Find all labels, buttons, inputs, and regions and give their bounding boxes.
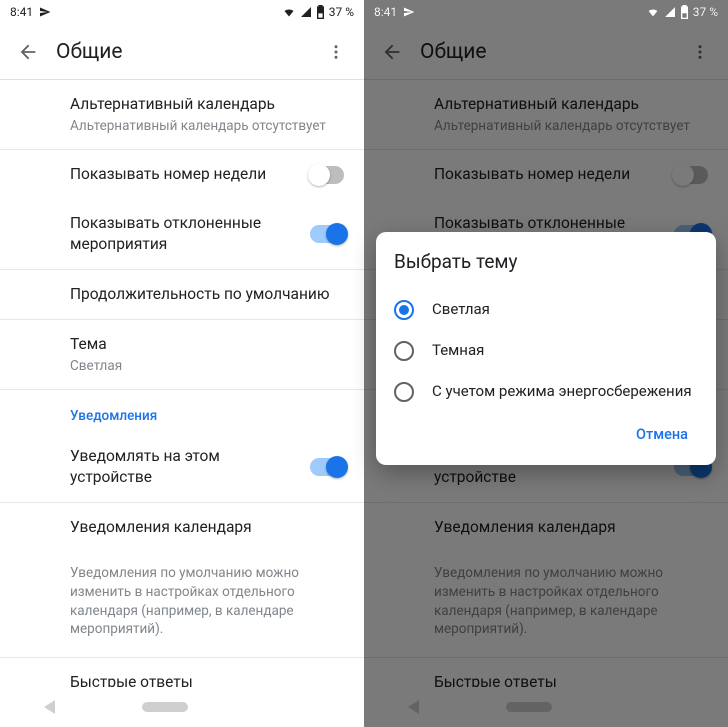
status-bar: 8:41 37 % (0, 0, 364, 24)
radio-icon (394, 382, 414, 402)
system-nav-bar (0, 687, 364, 727)
wifi-icon (646, 6, 660, 18)
setting-title: Альтернативный календарь (70, 94, 344, 115)
more-vert-icon (327, 43, 345, 61)
option-label: С учетом режима энергосбережения (432, 381, 692, 401)
setting-calendar-notifications[interactable]: Уведомления календаря (0, 503, 364, 552)
setting-title: Продолжительность по умолчанию (70, 284, 344, 305)
signal-icon (664, 6, 676, 18)
notify-device-toggle[interactable] (310, 458, 344, 476)
setting-alt-calendar[interactable]: Альтернативный календарь Альтернативный … (0, 80, 364, 149)
back-button[interactable] (8, 32, 48, 72)
app-bar: Общие (0, 24, 364, 80)
setting-week-number[interactable]: Показывать номер недели (0, 150, 364, 199)
option-label: Темная (432, 340, 484, 360)
radio-icon (394, 341, 414, 361)
overflow-menu-button[interactable] (316, 32, 356, 72)
setting-title: Уведомления календаря (70, 517, 344, 538)
setting-title: Быстрые ответы (70, 672, 344, 687)
wifi-icon (282, 6, 296, 18)
status-battery: 37 % (693, 5, 718, 19)
send-icon (39, 6, 51, 18)
page-title: Общие (56, 40, 316, 64)
battery-icon (680, 5, 689, 19)
status-time: 8:41 (10, 5, 33, 19)
settings-list: Альтернативный календарь Альтернативный … (0, 80, 364, 687)
signal-icon (300, 6, 312, 18)
arrow-back-icon (17, 41, 39, 63)
setting-show-declined[interactable]: Показывать отклоненные мероприятия (0, 199, 364, 269)
cancel-button[interactable]: Отмена (626, 418, 698, 451)
theme-option-battery-saver[interactable]: С учетом режима энергосбережения (394, 371, 698, 412)
setting-notify-device[interactable]: Уведомлять на этом устройстве (0, 432, 364, 502)
theme-dialog: Выбрать тему Светлая Темная С учетом реж… (376, 232, 716, 465)
screenshot-left: 8:41 37 % Общие Альтернативный календарь… (0, 0, 364, 727)
setting-default-duration[interactable]: Продолжительность по умолчанию (0, 270, 364, 319)
nav-home-button[interactable] (142, 702, 188, 712)
nav-back-button[interactable] (44, 700, 55, 714)
setting-title: Показывать номер недели (70, 164, 344, 185)
option-label: Светлая (432, 299, 490, 319)
section-notifications-label: Уведомления (0, 390, 364, 432)
radio-icon (394, 300, 414, 320)
status-battery: 37 % (329, 5, 354, 19)
setting-title: Показывать отклоненные мероприятия (70, 213, 344, 255)
screenshot-right: 8:41 37 % Общие Альтернативный календарь… (364, 0, 728, 727)
setting-theme[interactable]: Тема Светлая (0, 320, 364, 389)
setting-subtitle: Альтернативный календарь отсутствует (70, 117, 344, 135)
dialog-title: Выбрать тему (394, 250, 698, 273)
theme-option-light[interactable]: Светлая (394, 289, 698, 330)
declined-events-toggle[interactable] (310, 225, 344, 243)
setting-quick-responses[interactable]: Быстрые ответы (0, 658, 364, 687)
setting-title: Тема (70, 334, 344, 355)
week-number-toggle[interactable] (310, 166, 344, 184)
status-bar-overlay: 8:41 37 % (364, 0, 728, 24)
theme-option-dark[interactable]: Темная (394, 330, 698, 371)
notifications-note: Уведомления по умолчанию можно изменить … (0, 552, 364, 658)
status-time: 8:41 (374, 5, 397, 19)
send-icon (403, 6, 415, 18)
setting-subtitle: Светлая (70, 357, 344, 375)
setting-title: Уведомлять на этом устройстве (70, 446, 344, 488)
battery-icon (316, 5, 325, 19)
